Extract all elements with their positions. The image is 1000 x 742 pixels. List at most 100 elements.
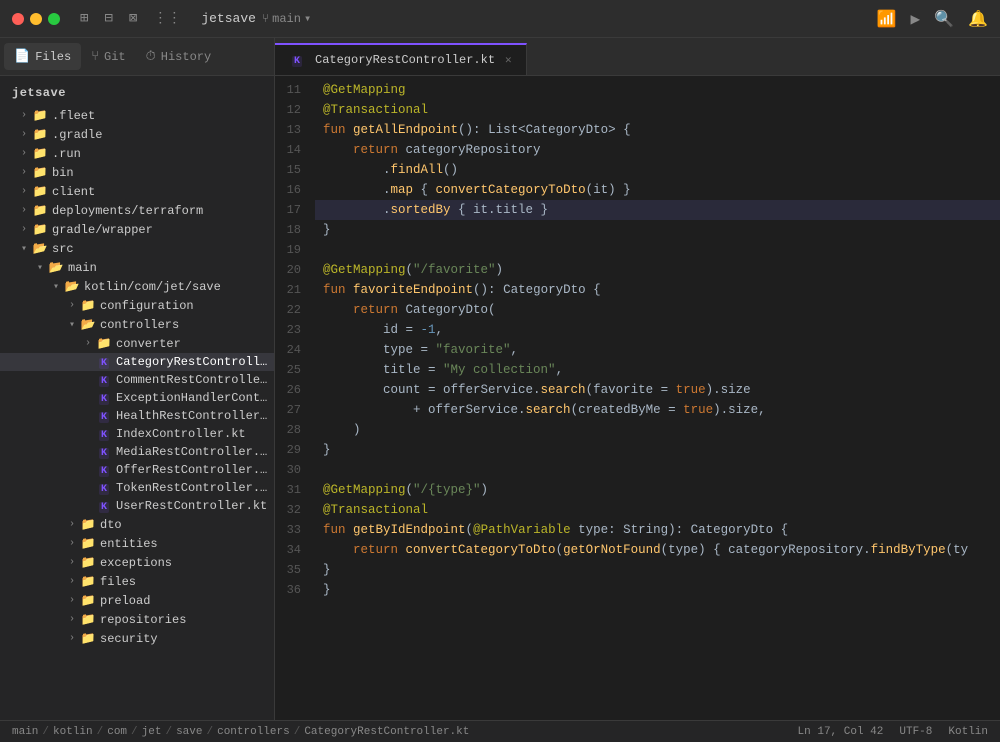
folder-open-icon: 📂 xyxy=(64,279,80,294)
code-line: .sortedBy { it.title } xyxy=(315,200,1000,220)
notification-icon[interactable]: 🔔 xyxy=(968,9,988,29)
traffic-lights xyxy=(12,13,60,25)
folder-icon: 📁 xyxy=(80,612,96,627)
files-icon: 📄 xyxy=(14,49,30,64)
folder-icon: 📁 xyxy=(32,127,48,142)
code-line: title = "My collection", xyxy=(315,360,1000,380)
expand-arrow: ▾ xyxy=(48,281,64,293)
tree-item-run[interactable]: › 📁 .run xyxy=(0,144,274,163)
expand-arrow: › xyxy=(16,224,32,235)
kotlin-file-icon: K xyxy=(96,391,112,405)
expand-arrow: › xyxy=(16,148,32,159)
sidebar-toggle-icon[interactable]: ⊞ xyxy=(76,8,92,29)
tree-item-entities[interactable]: › 📁 entities xyxy=(0,534,274,553)
tree-item-repositories[interactable]: › 📁 repositories xyxy=(0,610,274,629)
code-line: fun getAllEndpoint(): List<CategoryDto> … xyxy=(315,120,1000,140)
code-line: } xyxy=(315,580,1000,600)
tab-files-label: Files xyxy=(35,50,71,64)
tree-item-files[interactable]: › 📁 files xyxy=(0,572,274,591)
tree-item-exceptions[interactable]: › 📁 exceptions xyxy=(0,553,274,572)
kotlin-file-icon: K xyxy=(96,499,112,513)
code-line: type = "favorite", xyxy=(315,340,1000,360)
branch-info[interactable]: ⑂ main ▾ xyxy=(262,11,311,26)
tree-item-token-controller[interactable]: K TokenRestController.kt xyxy=(0,479,274,497)
code-line: + offerService.search(createdByMe = true… xyxy=(315,400,1000,420)
kotlin-file-icon: K xyxy=(96,427,112,441)
folder-icon: 📁 xyxy=(80,555,96,570)
run-icon[interactable]: ▶ xyxy=(911,9,921,29)
code-editor[interactable]: 11 12 13 14 15 16 17 18 19 20 21 22 23 2… xyxy=(275,76,1000,720)
editor-tab-label: CategoryRestController.kt xyxy=(315,53,495,67)
tab-history[interactable]: ⏱ History xyxy=(136,43,222,70)
minimize-button[interactable] xyxy=(30,13,42,25)
branch-dropdown-icon: ▾ xyxy=(304,11,311,26)
tree-item-bin[interactable]: › 📁 bin xyxy=(0,163,274,182)
tree-item-security[interactable]: › 📁 security xyxy=(0,629,274,648)
tree-item-client[interactable]: › 📁 client xyxy=(0,182,274,201)
tree-item-user-controller[interactable]: K UserRestController.kt xyxy=(0,497,274,515)
expand-arrow: › xyxy=(16,205,32,216)
expand-arrow: ▾ xyxy=(32,262,48,274)
tree-item-main[interactable]: ▾ 📂 main xyxy=(0,258,274,277)
tree-item-comment-controller[interactable]: K CommentRestController.kt xyxy=(0,371,274,389)
code-content[interactable]: @GetMapping @Transactional fun getAllEnd… xyxy=(315,76,1000,720)
code-line: @GetMapping("/{type}") xyxy=(315,480,1000,500)
grid-icon[interactable]: ⋮⋮ xyxy=(149,8,185,29)
folder-icon: 📁 xyxy=(96,336,112,351)
sidebar: 📄 Files ⑂ Git ⏱ History jetsave › 📁 .fle… xyxy=(0,38,275,720)
tree-item-index-controller[interactable]: K IndexController.kt xyxy=(0,425,274,443)
folder-icon: 📁 xyxy=(32,184,48,199)
main-container: 📄 Files ⑂ Git ⏱ History jetsave › 📁 .fle… xyxy=(0,38,1000,720)
tree-item-gradle[interactable]: › 📁 .gradle xyxy=(0,125,274,144)
tree-item-offer-controller[interactable]: K OfferRestController.kt xyxy=(0,461,274,479)
expand-arrow: › xyxy=(80,338,96,349)
project-root-label[interactable]: jetsave xyxy=(0,80,274,106)
wifi-icon[interactable]: 📶 xyxy=(877,9,897,29)
tree-item-converter[interactable]: › 📁 converter xyxy=(0,334,274,353)
kotlin-file-icon: K xyxy=(96,355,112,369)
panel-toggle-icon[interactable]: ⊟ xyxy=(100,8,116,29)
tree-item-category-controller[interactable]: K CategoryRestController.kt xyxy=(0,353,274,371)
tab-files[interactable]: 📄 Files xyxy=(4,43,81,70)
titlebar: ⊞ ⊟ ⊠ ⋮⋮ jetsave ⑂ main ▾ 📶 ▶ 🔍 🔔 xyxy=(0,0,1000,38)
kotlin-file-icon: K xyxy=(96,373,112,387)
tree-item-preload[interactable]: › 📁 preload xyxy=(0,591,274,610)
tab-git[interactable]: ⑂ Git xyxy=(81,43,135,70)
tab-close-button[interactable]: ✕ xyxy=(505,53,512,67)
maximize-button[interactable] xyxy=(48,13,60,25)
search-icon[interactable]: 🔍 xyxy=(934,9,954,29)
code-line: @Transactional xyxy=(315,100,1000,120)
statusbar-right: Ln 17, Col 42 UTF-8 Kotlin xyxy=(798,726,988,738)
titlebar-center: jetsave ⑂ main ▾ xyxy=(201,11,311,26)
tree-item-src[interactable]: ▾ 📂 src xyxy=(0,239,274,258)
folder-icon: 📁 xyxy=(32,165,48,180)
tree-item-exception-handler[interactable]: K ExceptionHandlerControlle... xyxy=(0,389,274,407)
folder-icon: 📁 xyxy=(32,108,48,123)
code-line: @GetMapping xyxy=(315,80,1000,100)
tree-item-kotlin-path[interactable]: ▾ 📂 kotlin/com/jet/save xyxy=(0,277,274,296)
breadcrumb-com: com xyxy=(107,726,127,738)
tree-item-controllers[interactable]: ▾ 📂 controllers xyxy=(0,315,274,334)
tree-item-fleet[interactable]: › 📁 .fleet xyxy=(0,106,274,125)
tree-item-deployments[interactable]: › 📁 deployments/terraform xyxy=(0,201,274,220)
folder-icon: 📁 xyxy=(80,298,96,313)
branch-name: main xyxy=(272,12,301,26)
folder-icon: 📁 xyxy=(80,593,96,608)
folder-open-icon: 📂 xyxy=(80,317,96,332)
layout-toggle-icon[interactable]: ⊠ xyxy=(125,8,141,29)
expand-arrow: › xyxy=(16,129,32,140)
tree-item-configuration[interactable]: › 📁 configuration xyxy=(0,296,274,315)
tree-item-media-controller[interactable]: K MediaRestController.kt xyxy=(0,443,274,461)
close-button[interactable] xyxy=(12,13,24,25)
tree-item-health-controller[interactable]: K HealthRestController.kt xyxy=(0,407,274,425)
code-line: return convertCategoryToDto(getOrNotFoun… xyxy=(315,540,1000,560)
tree-item-dto[interactable]: › 📁 dto xyxy=(0,515,274,534)
editor-tab-category[interactable]: K CategoryRestController.kt ✕ xyxy=(275,43,527,75)
tree-item-gradle-wrapper[interactable]: › 📁 gradle/wrapper xyxy=(0,220,274,239)
kotlin-file-icon: K xyxy=(96,481,112,495)
line-numbers: 11 12 13 14 15 16 17 18 19 20 21 22 23 2… xyxy=(275,76,315,720)
code-line: } xyxy=(315,560,1000,580)
sidebar-tabs: 📄 Files ⑂ Git ⏱ History xyxy=(0,38,274,76)
tab-history-label: History xyxy=(161,50,211,64)
kotlin-file-icon: K xyxy=(96,445,112,459)
